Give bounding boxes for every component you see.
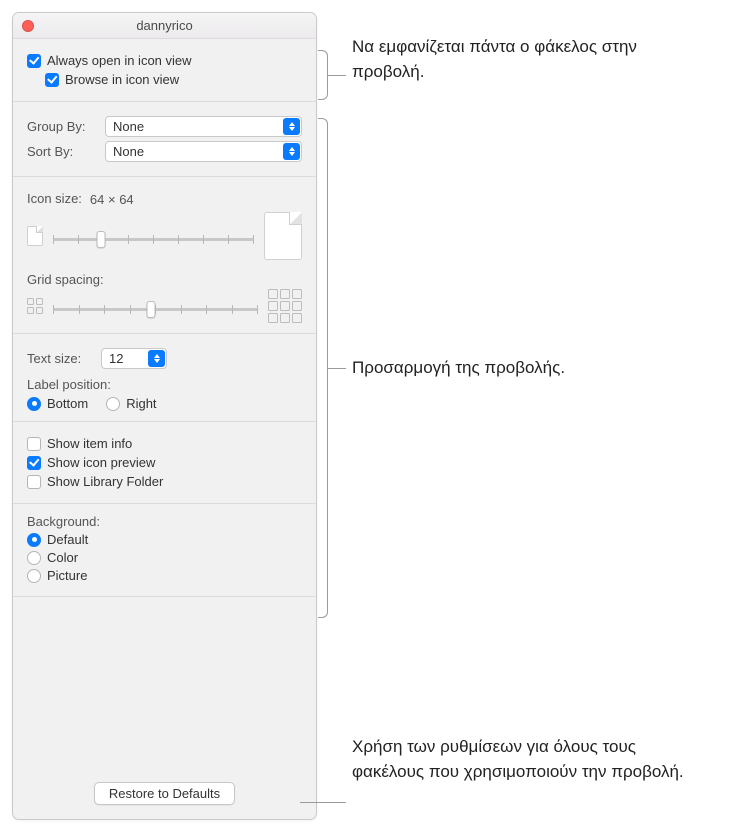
callout-bracket-1 [318, 50, 328, 100]
section-text: Text size: 12 Label position: Bottom Rig… [13, 334, 316, 422]
labelpos-bottom-label: Bottom [47, 396, 88, 411]
textsize-label: Text size: [27, 351, 95, 366]
callout-lead-1 [328, 75, 346, 76]
callout-text-1: Να εμφανίζεται πάντα ο φάκελος στην προβ… [352, 35, 692, 84]
show-libraryfolder-label: Show Library Folder [47, 474, 163, 489]
labelpos-right-radio[interactable] [106, 397, 120, 411]
labelposition-label: Label position: [27, 377, 302, 392]
gridspacing-label: Grid spacing: [27, 272, 302, 287]
footer: Restore to Defaults [13, 782, 316, 805]
section-grouping: Group By: None Sort By: None [13, 102, 316, 177]
view-options-window: dannyrico Always open in icon view Brows… [12, 12, 317, 820]
labelpos-right-label: Right [126, 396, 156, 411]
section-icon-grid: Icon size: 64 × 64 Grid spacing: [13, 177, 316, 334]
background-default-label: Default [47, 532, 88, 547]
always-open-checkbox[interactable] [27, 54, 41, 68]
sortby-value: None [113, 144, 144, 159]
grid-loose-icon [268, 289, 302, 323]
groupby-popup[interactable]: None [105, 116, 302, 137]
background-picture-label: Picture [47, 568, 87, 583]
callout-bracket-2 [318, 118, 328, 618]
gridspacing-slider[interactable] [53, 300, 258, 318]
show-iconpreview-label: Show icon preview [47, 455, 155, 470]
grid-tight-icon [27, 298, 43, 314]
sortby-popup[interactable]: None [105, 141, 302, 162]
groupby-value: None [113, 119, 144, 134]
groupby-label: Group By: [27, 119, 99, 134]
show-iconpreview-checkbox[interactable] [27, 456, 41, 470]
restore-defaults-button[interactable]: Restore to Defaults [94, 782, 235, 805]
chevron-updown-icon [148, 350, 165, 367]
show-iteminfo-label: Show item info [47, 436, 132, 451]
background-color-radio[interactable] [27, 551, 41, 565]
background-color-label: Color [47, 550, 78, 565]
iconsize-label: Icon size: [27, 191, 82, 206]
chevron-updown-icon [283, 143, 300, 160]
section-show: Show item info Show icon preview Show Li… [13, 422, 316, 504]
browse-iconview-label: Browse in icon view [65, 72, 179, 87]
always-open-label: Always open in icon view [47, 53, 192, 68]
background-picture-radio[interactable] [27, 569, 41, 583]
sortby-label: Sort By: [27, 144, 99, 159]
chevron-updown-icon [283, 118, 300, 135]
iconsize-slider[interactable] [53, 230, 254, 248]
section-background: Background: Default Color Picture [13, 504, 316, 597]
callout-text-2: Προσαρμογή της προβολής. [352, 356, 692, 381]
show-libraryfolder-checkbox[interactable] [27, 475, 41, 489]
browse-iconview-checkbox[interactable] [45, 73, 59, 87]
callout-lead-3 [300, 802, 346, 803]
large-file-icon [264, 212, 302, 260]
iconsize-value: 64 × 64 [90, 192, 134, 207]
callout-text-3: Χρήση των ρυθμίσεων για όλους τους φακέλ… [352, 735, 712, 784]
labelpos-bottom-radio[interactable] [27, 397, 41, 411]
show-iteminfo-checkbox[interactable] [27, 437, 41, 451]
background-default-radio[interactable] [27, 533, 41, 547]
textsize-value: 12 [109, 351, 123, 366]
window-title: dannyrico [13, 18, 316, 33]
textsize-popup[interactable]: 12 [101, 348, 167, 369]
close-icon[interactable] [22, 20, 34, 32]
titlebar: dannyrico [13, 13, 316, 39]
small-file-icon [27, 226, 43, 246]
section-viewmode: Always open in icon view Browse in icon … [13, 39, 316, 102]
callout-lead-2 [328, 368, 346, 369]
background-label: Background: [27, 514, 302, 529]
